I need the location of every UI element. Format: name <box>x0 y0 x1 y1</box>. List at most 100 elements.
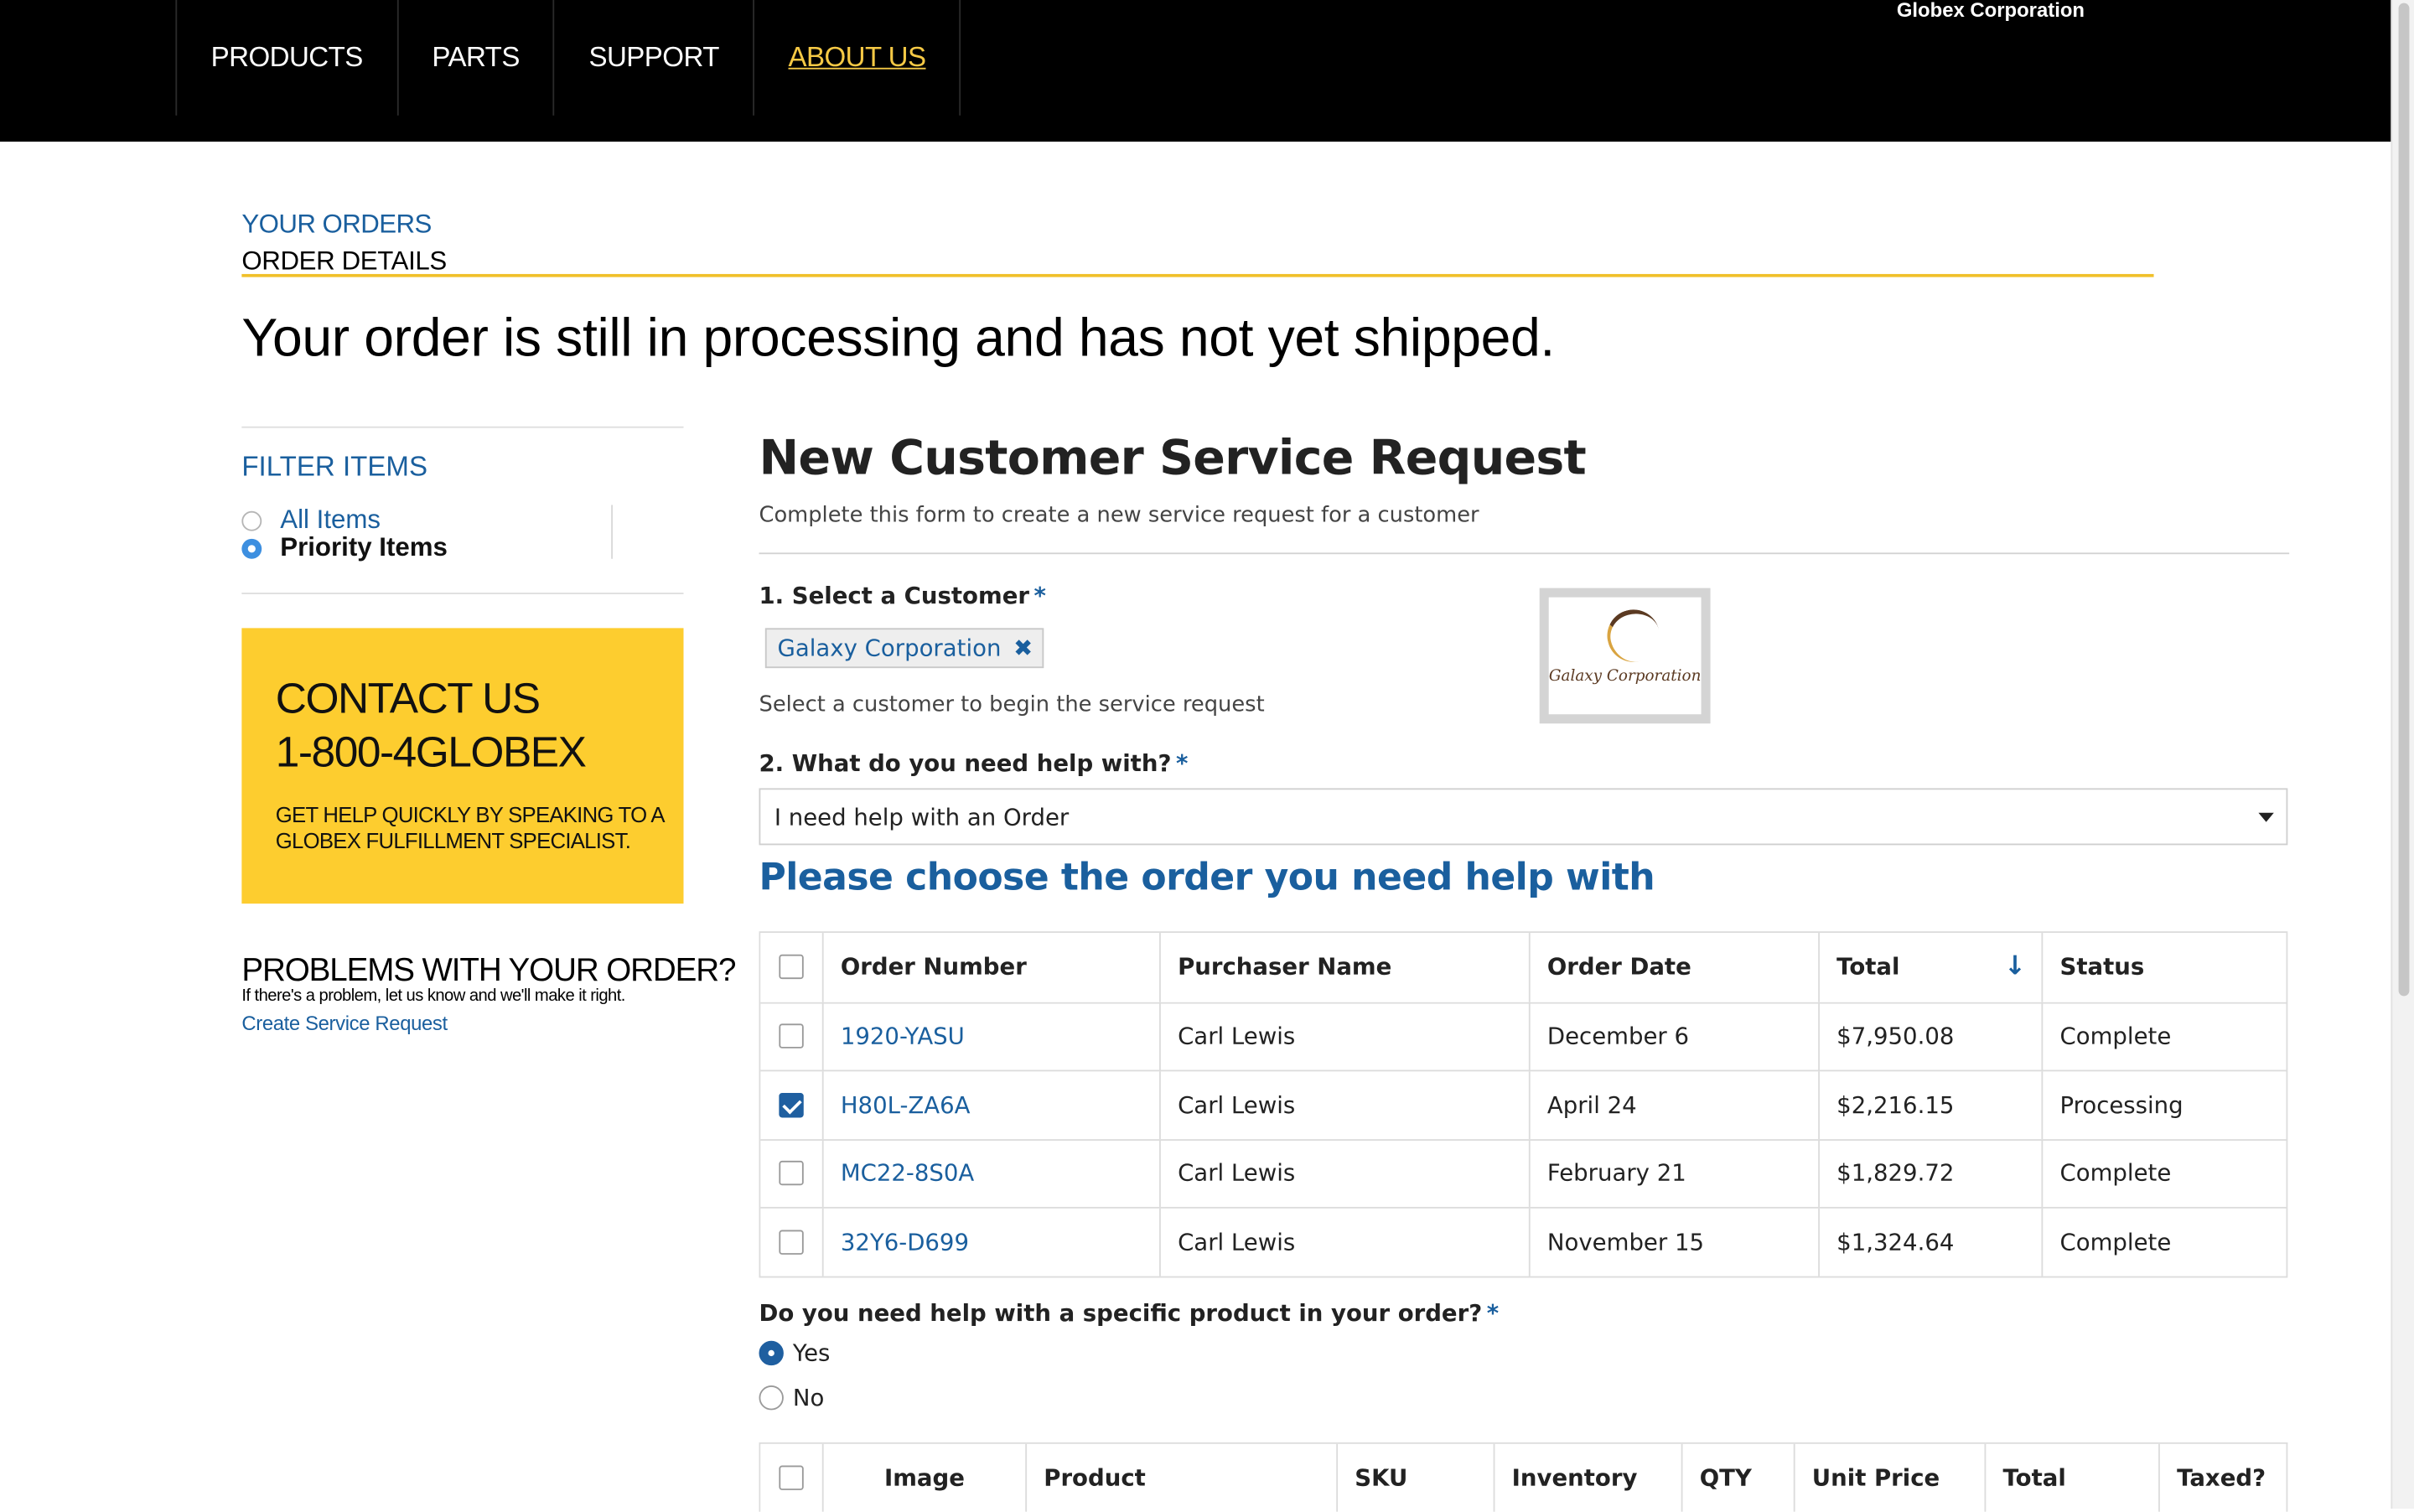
status-cell: Processing <box>2041 1071 2286 1139</box>
table-row[interactable]: 32Y6-D699 Carl Lewis November 15 $1,324.… <box>760 1206 2287 1276</box>
specific-product-text: Do you need help with a specific product… <box>759 1299 1483 1328</box>
nav-products[interactable]: PRODUCTS <box>175 0 396 116</box>
filter-all-items-label: All Items <box>280 505 381 535</box>
select-all-products-cell <box>760 1443 822 1512</box>
order-status-heading: Your order is still in processing and ha… <box>241 308 1555 368</box>
problems-text: If there's a problem, let us know and we… <box>241 986 625 1006</box>
help-topic-text: 2. What do you need help with? <box>759 749 1172 778</box>
customer-help-text: Select a customer to begin the service r… <box>759 692 1265 717</box>
customer-chip[interactable]: Galaxy Corporation ✖ <box>764 628 1044 669</box>
table-row[interactable]: MC22-8S0A Carl Lewis February 21 $1,829.… <box>760 1138 2287 1207</box>
orders-header-row: Order Number Purchaser Name Order Date T… <box>760 933 2287 1002</box>
filter-priority-items-label: Priority Items <box>280 532 448 562</box>
required-marker: * <box>1033 582 1046 610</box>
filter-all-items[interactable]: All Items <box>241 505 381 536</box>
col-product[interactable]: Product <box>1025 1443 1337 1512</box>
nav-parts[interactable]: PARTS <box>396 0 553 116</box>
choose-order-heading: Please choose the order you need help wi… <box>759 856 1655 899</box>
order-date-cell: April 24 <box>1528 1071 1818 1139</box>
sort-descending-arrow-icon[interactable]: ↓ <box>2004 952 2026 983</box>
radio-no[interactable] <box>759 1385 784 1411</box>
contact-title: CONTACT US <box>275 674 541 722</box>
order-date-cell: February 21 <box>1528 1140 1818 1207</box>
scrollbar-thumb[interactable] <box>2398 3 2410 997</box>
col-sku[interactable]: SKU <box>1336 1443 1494 1512</box>
help-topic-value: I need help with an Order <box>774 802 1070 831</box>
required-marker: * <box>1175 749 1189 778</box>
row-checkbox[interactable] <box>779 1161 804 1186</box>
option-no[interactable]: No <box>759 1384 824 1411</box>
select-all-checkbox[interactable] <box>779 955 804 980</box>
help-topic-select[interactable]: I need help with an Order <box>759 788 2288 846</box>
option-yes-label: Yes <box>792 1339 831 1367</box>
row-select-cell <box>760 1140 821 1207</box>
col-order-date[interactable]: Order Date <box>1528 933 1819 1002</box>
col-unit-price[interactable]: Unit Price <box>1793 1443 1985 1512</box>
status-cell: Complete <box>2041 1208 2286 1276</box>
col-order-number[interactable]: Order Number <box>821 933 1160 1002</box>
sidebar-divider-top <box>241 426 684 428</box>
total-cell: $7,950.08 <box>1818 1002 2041 1070</box>
row-select-cell <box>760 1209 821 1276</box>
select-all-cell <box>760 933 822 1002</box>
col-status[interactable]: Status <box>2041 933 2287 1002</box>
nav-about-us[interactable]: ABOUT US <box>753 0 961 116</box>
radio-priority-items[interactable] <box>241 537 262 558</box>
order-date-cell: November 15 <box>1528 1208 1818 1276</box>
radio-all-items[interactable] <box>241 510 262 531</box>
order-number-cell: 1920-YASU <box>821 1002 1159 1070</box>
col-qty[interactable]: QTY <box>1681 1443 1794 1512</box>
filter-title: FILTER ITEMS <box>241 451 428 482</box>
order-number-cell: H80L-ZA6A <box>821 1071 1159 1139</box>
col-total-label: Total <box>1836 953 1900 981</box>
col-taxed[interactable]: Taxed? <box>2158 1443 2287 1512</box>
col-product-total[interactable]: Total <box>1984 1443 2159 1512</box>
order-number-link[interactable]: H80L-ZA6A <box>841 1091 971 1119</box>
option-yes[interactable]: Yes <box>759 1339 830 1367</box>
order-number-cell: MC22-8S0A <box>821 1140 1159 1207</box>
row-select-cell <box>760 1003 821 1070</box>
order-number-link[interactable]: 32Y6-D699 <box>841 1228 969 1256</box>
total-cell: $2,216.15 <box>1818 1071 2041 1139</box>
order-number-link[interactable]: 1920-YASU <box>841 1023 965 1050</box>
contact-heading: CONTACT US 1-800-4GLOBEX <box>275 671 587 779</box>
table-row[interactable]: H80L-ZA6A Carl Lewis April 24 $2,216.15 … <box>760 1069 2287 1139</box>
specific-product-label: Do you need help with a specific product… <box>759 1299 1499 1327</box>
col-total[interactable]: Total ↓ <box>1818 933 2042 1002</box>
row-checkbox[interactable] <box>779 1230 804 1255</box>
products-header-row: Image Product SKU Inventory QTY Unit Pri… <box>760 1443 2287 1512</box>
purchaser-cell: Carl Lewis <box>1159 1002 1529 1070</box>
option-no-label: No <box>792 1384 825 1412</box>
breadcrumb-order-details: ORDER DETAILS <box>241 246 447 276</box>
create-service-request-link[interactable]: Create Service Request <box>241 1012 448 1035</box>
purchaser-cell: Carl Lewis <box>1159 1208 1529 1276</box>
select-all-products-checkbox[interactable] <box>779 1465 804 1490</box>
row-checkbox-checked[interactable] <box>779 1092 804 1117</box>
customer-logo-text: Galaxy Corporation <box>1548 668 1702 686</box>
breadcrumb-divider <box>241 273 2154 277</box>
row-checkbox[interactable] <box>779 1023 804 1049</box>
purchaser-cell: Carl Lewis <box>1159 1071 1529 1139</box>
total-cell: $1,829.72 <box>1818 1140 2041 1207</box>
order-number-link[interactable]: MC22-8S0A <box>841 1159 974 1187</box>
col-image[interactable]: Image <box>821 1443 1026 1512</box>
col-purchaser-name[interactable]: Purchaser Name <box>1159 933 1529 1002</box>
page-scrollbar[interactable] <box>2391 0 2414 1509</box>
form-divider <box>759 552 2290 555</box>
col-inventory[interactable]: Inventory <box>1493 1443 1681 1512</box>
nav-menu: PRODUCTS PARTS SUPPORT ABOUT US <box>175 0 961 116</box>
help-topic-label: 2. What do you need help with? * <box>759 749 1188 777</box>
problems-heading: PROBLEMS WITH YOUR ORDER? <box>241 952 736 989</box>
caret-down-icon <box>2258 812 2274 822</box>
nav-support[interactable]: SUPPORT <box>553 0 753 116</box>
table-row[interactable]: 1920-YASU Carl Lewis December 6 $7,950.0… <box>760 1001 2287 1070</box>
remove-x-icon[interactable]: ✖ <box>1013 634 1033 662</box>
customer-logo: Galaxy Corporation <box>1539 588 1711 724</box>
sidebar-divider-bottom <box>241 593 684 594</box>
radio-yes[interactable] <box>759 1340 784 1366</box>
order-date-cell: December 6 <box>1528 1002 1818 1070</box>
contact-us-box: CONTACT US 1-800-4GLOBEX GET HELP QUICKL… <box>241 628 684 904</box>
status-cell: Complete <box>2041 1002 2286 1070</box>
breadcrumb-your-orders[interactable]: YOUR ORDERS <box>241 210 432 241</box>
filter-priority-items[interactable]: Priority Items <box>241 532 448 563</box>
